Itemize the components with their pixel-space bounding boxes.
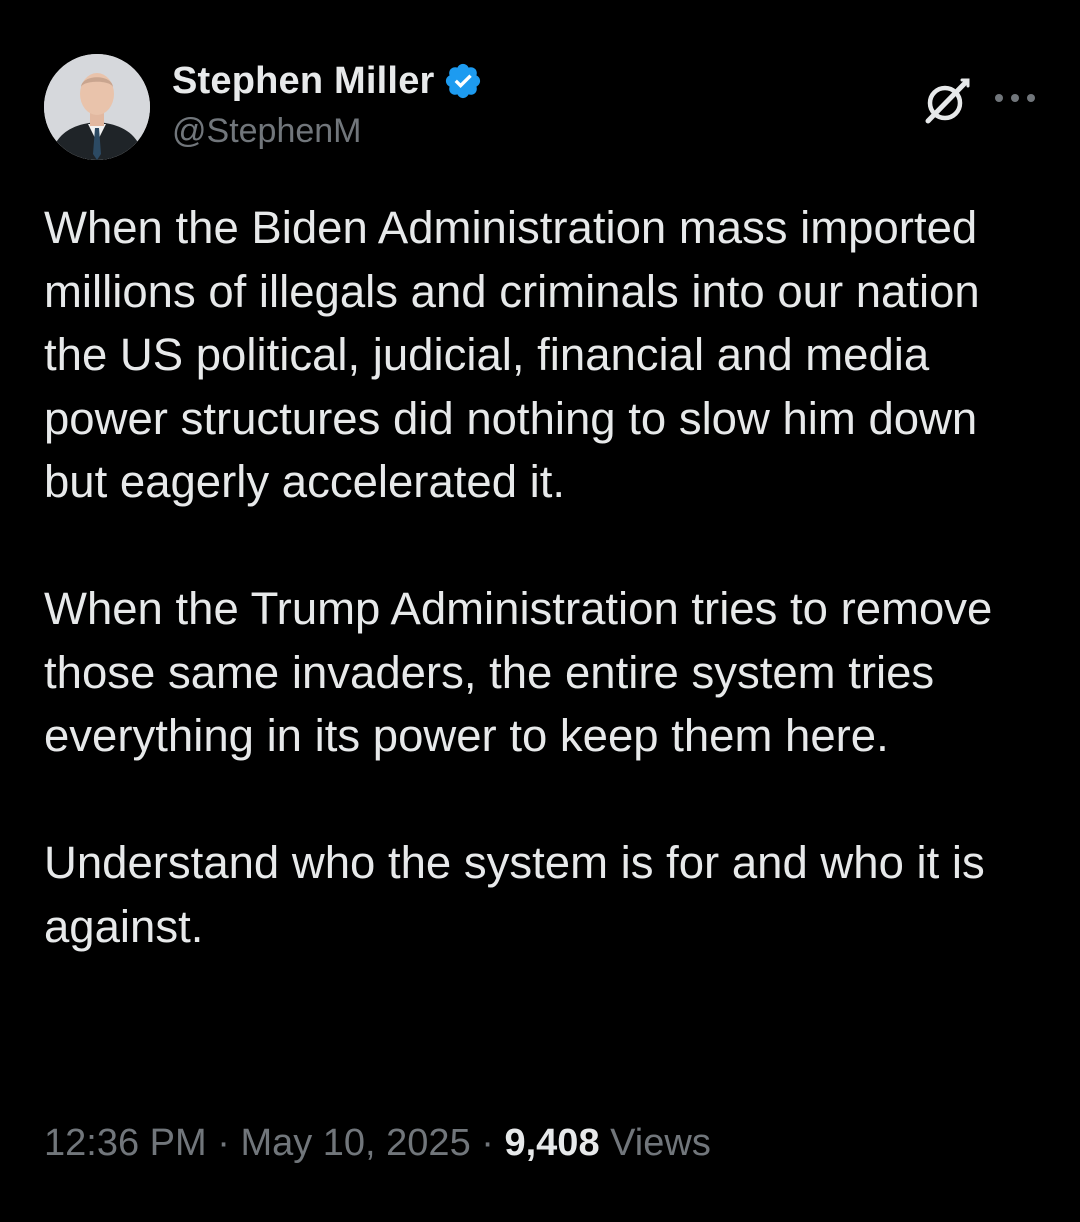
meta-separator: · xyxy=(217,1122,230,1164)
tweet-header: Stephen Miller @StephenM xyxy=(44,54,1044,162)
tweet-time[interactable]: 12:36 PM xyxy=(44,1122,207,1164)
tweet-date[interactable]: May 10, 2025 xyxy=(240,1122,470,1164)
author-display-name[interactable]: Stephen Miller xyxy=(172,60,435,103)
tweet-text: When the Biden Administration mass impor… xyxy=(44,196,1044,958)
more-options-icon[interactable] xyxy=(992,90,1038,106)
verified-badge-icon[interactable] xyxy=(443,61,483,101)
tweet-paragraph: When the Trump Administration tries to r… xyxy=(44,583,993,761)
avatar-image xyxy=(44,54,150,160)
author-handle[interactable]: @StephenM xyxy=(172,112,483,151)
name-row: Stephen Miller xyxy=(172,56,483,106)
tweet-meta: 12:36 PM · May 10, 2025 · 9,408 Views xyxy=(44,1122,711,1165)
tweet-paragraph: When the Biden Administration mass impor… xyxy=(44,202,980,507)
avatar[interactable] xyxy=(44,54,150,160)
meta-separator: · xyxy=(481,1122,494,1164)
author-identity: Stephen Miller @StephenM xyxy=(172,56,483,151)
grok-icon[interactable] xyxy=(922,76,972,126)
tweet-paragraph: Understand who the system is for and who… xyxy=(44,837,985,952)
tweet-detail: Stephen Miller @StephenM When the Biden … xyxy=(0,0,1080,1222)
views-count[interactable]: 9,408 xyxy=(504,1122,599,1164)
views-label[interactable]: Views xyxy=(610,1122,711,1164)
